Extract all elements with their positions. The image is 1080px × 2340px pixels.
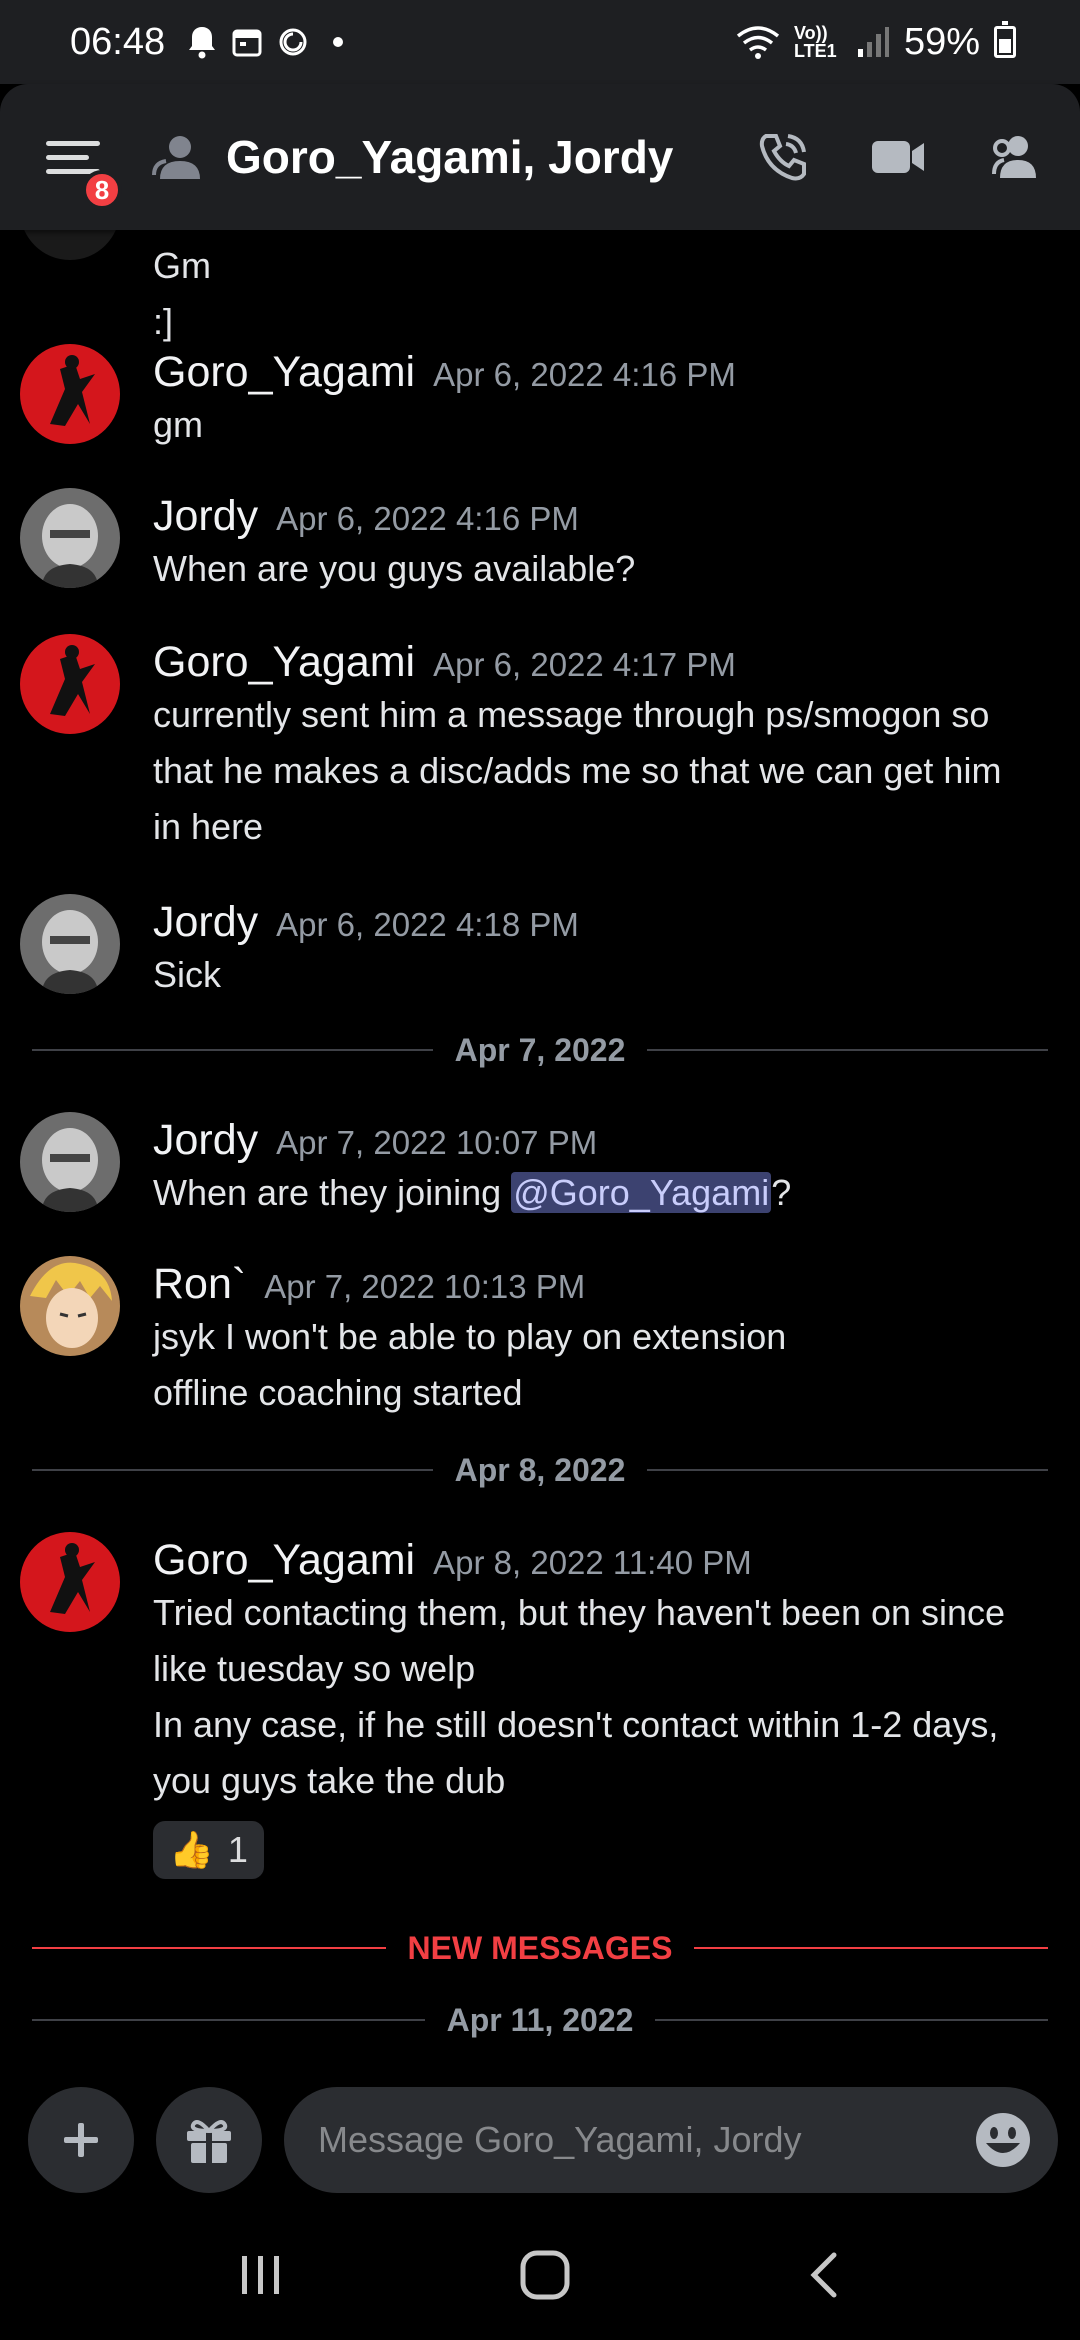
message-author[interactable]: Jordy [153, 1116, 258, 1165]
message-author[interactable]: Goro_Yagami [153, 1536, 415, 1585]
channel-header: 8 Goro_Yagami, Jordy [0, 84, 1080, 230]
status-time: 06:48 [70, 20, 166, 63]
message-text: Gm [153, 245, 211, 286]
members-icon[interactable] [986, 134, 1044, 180]
message-text: Sick [153, 954, 222, 995]
message-text: When are you guys available? [153, 548, 636, 589]
message-author[interactable]: Jordy [153, 898, 258, 947]
message-text: like tuesday so welp [153, 1648, 476, 1689]
message-author[interactable]: Goro_Yagami [153, 348, 415, 397]
battery-percent: 59% [903, 20, 980, 63]
page-title: Goro_Yagami, Jordy [226, 131, 674, 183]
bell-icon [189, 27, 216, 59]
message-text: that he makes a disc/adds me so that we … [153, 750, 1002, 791]
emoji-icon[interactable] [974, 2111, 1032, 2169]
date-divider: Apr 11, 2022 [32, 2000, 1049, 2040]
message-timestamp: Apr 6, 2022 4:16 PM [433, 356, 736, 393]
status-bar: 06:48 Vo)) LTE1 59% [0, 0, 1080, 84]
calendar-icon [232, 29, 262, 57]
divider-label: Apr 11, 2022 [446, 2001, 634, 2038]
divider-label: Apr 7, 2022 [454, 1031, 626, 1068]
message-input[interactable]: Message Goro_Yagami, Jordy [284, 2087, 1058, 2193]
reaction-chip[interactable]: 👍 1 [153, 1821, 264, 1879]
network-label: Vo)) LTE1 [793, 23, 837, 61]
avatar[interactable] [20, 894, 120, 994]
avatar[interactable] [20, 1532, 120, 1632]
gift-button[interactable] [156, 2087, 262, 2193]
gift-icon [187, 2120, 231, 2163]
new-messages-divider: NEW MESSAGES [32, 1928, 1049, 1968]
voice-call-icon[interactable] [756, 130, 810, 184]
message-text: jsyk I won't be able to play on extensio… [153, 1316, 787, 1357]
avatar[interactable] [20, 1112, 120, 1212]
sync-icon [279, 28, 307, 56]
avatar[interactable] [20, 1256, 120, 1356]
message-timestamp: Apr 7, 2022 10:13 PM [264, 1268, 586, 1305]
message-composer: Message Goro_Yagami, Jordy [0, 2070, 1080, 2210]
add-attachment-button[interactable] [28, 2087, 134, 2193]
notification-dot-icon [333, 37, 344, 47]
message-text: currently sent him a message through ps/… [153, 694, 990, 735]
date-divider: Apr 8, 2022 [32, 1450, 1049, 1490]
message-text: gm [153, 404, 204, 445]
date-divider: Apr 7, 2022 [32, 1030, 1049, 1070]
message-text: in here [153, 806, 264, 847]
avatar[interactable] [20, 634, 120, 734]
avatar[interactable] [20, 344, 120, 444]
wifi-icon [736, 26, 780, 59]
message-author[interactable]: Goro_Yagami [153, 638, 415, 687]
avatar[interactable] [20, 488, 120, 588]
message-text: Tried contacting them, but they haven't … [153, 1592, 1006, 1633]
message-text: offline coaching started [153, 1372, 523, 1413]
user-mention[interactable]: @Goro_Yagami [511, 1172, 772, 1213]
message-author[interactable]: Jordy [153, 492, 258, 541]
message-text-prefix: When are they joining [153, 1172, 512, 1213]
message-text: In any case, if he still doesn't contact… [153, 1704, 999, 1745]
message-text: :] [153, 301, 174, 342]
message-input-placeholder: Message Goro_Yagami, Jordy [318, 2119, 802, 2160]
divider-label: Apr 8, 2022 [454, 1451, 626, 1488]
message-text-suffix: ? [771, 1172, 792, 1213]
message-timestamp: Apr 6, 2022 4:18 PM [276, 906, 579, 943]
reaction-count: 1 [227, 1829, 248, 1870]
unread-badge: 8 [82, 170, 122, 210]
back-nav-icon[interactable] [804, 2249, 844, 2301]
recents-nav-icon[interactable] [236, 2252, 286, 2298]
hamburger-menu-icon[interactable]: 8 [46, 130, 122, 210]
divider-label: NEW MESSAGES [407, 1929, 673, 1966]
plus-icon [64, 2123, 98, 2157]
battery-icon [994, 21, 1016, 58]
avatar[interactable] [20, 230, 120, 260]
dm-user-icon [152, 136, 200, 179]
home-nav-icon[interactable] [519, 2249, 571, 2301]
thumbs-up-icon: 👍 [169, 1829, 214, 1870]
system-nav-bar [0, 2210, 1080, 2340]
message-text: When are they joining @Goro_Yagami? [153, 1165, 1050, 1221]
message-timestamp: Apr 8, 2022 11:40 PM [433, 1544, 752, 1581]
signal-icon [857, 27, 889, 57]
message-list[interactable]: Gm :] Goro_Yagami Apr 6, 2022 4:16 PM gm … [0, 230, 1080, 2070]
message-timestamp: Apr 6, 2022 4:16 PM [276, 500, 579, 537]
message-timestamp: Apr 6, 2022 4:17 PM [433, 646, 736, 683]
message-author[interactable]: Ron` [153, 1260, 246, 1309]
message-text: you guys take the dub [153, 1760, 506, 1801]
message-timestamp: Apr 7, 2022 10:07 PM [276, 1124, 598, 1161]
video-call-icon[interactable] [870, 137, 926, 177]
